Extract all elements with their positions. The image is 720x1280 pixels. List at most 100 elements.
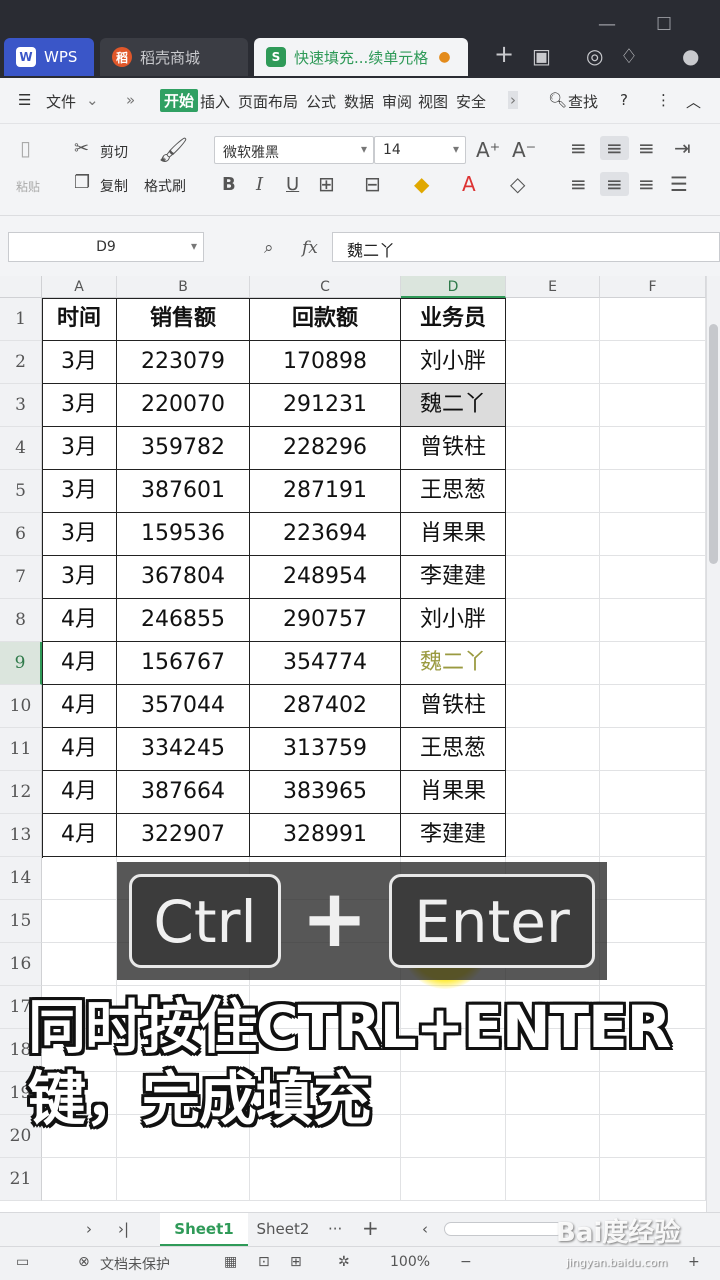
cell-a11[interactable]: 4月 [42, 728, 117, 771]
chevron-down-icon[interactable]: ⌄ [86, 91, 99, 109]
cell-e13[interactable] [506, 814, 600, 857]
format-painter-icon[interactable]: 🖌︎ [158, 136, 188, 164]
cell-d12[interactable]: 肖果果 [401, 771, 506, 814]
cell-e3[interactable] [506, 384, 600, 427]
indent-icon[interactable]: ⇥ [674, 136, 691, 160]
cell-d19[interactable] [401, 1072, 506, 1115]
menu-data[interactable]: 数据 [344, 91, 374, 112]
cell-a8[interactable]: 4月 [42, 599, 117, 642]
align-left-icon[interactable]: ≡ [570, 172, 587, 196]
cell-c1[interactable]: 回款额 [250, 298, 401, 341]
cell-d9[interactable]: 魏二丫 [401, 642, 506, 685]
new-tab-button[interactable]: + [494, 40, 514, 68]
font-size-select[interactable]: 14 ▾ [374, 136, 466, 164]
cell-b8[interactable]: 246855 [117, 599, 250, 642]
cell-f9[interactable] [600, 642, 706, 685]
row-header[interactable]: 5 [0, 470, 42, 513]
cell-f4[interactable] [600, 427, 706, 470]
cell-e8[interactable] [506, 599, 600, 642]
row-header[interactable]: 13 [0, 814, 42, 857]
cell-f15[interactable] [600, 900, 706, 943]
row-header[interactable]: 11 [0, 728, 42, 771]
cell-b10[interactable]: 357044 [117, 685, 250, 728]
menu-file[interactable]: 文件 [46, 91, 76, 112]
normal-view-icon[interactable]: ▦ [224, 1254, 237, 1270]
cell-d8[interactable]: 刘小胖 [401, 599, 506, 642]
function-icon[interactable]: fx [302, 238, 318, 258]
cell-e1[interactable] [506, 298, 600, 341]
cell-b5[interactable]: 387601 [117, 470, 250, 513]
cell-f5[interactable] [600, 470, 706, 513]
row-header[interactable]: 10 [0, 685, 42, 728]
increase-font-icon[interactable]: A⁺ [476, 138, 500, 162]
cell-f21[interactable] [600, 1158, 706, 1201]
copy-button[interactable]: 复制 [100, 176, 128, 196]
cell-f3[interactable] [600, 384, 706, 427]
tab-daoke-store[interactable]: 稻 稻壳商城 [100, 38, 248, 76]
cell-c9[interactable]: 354774 [250, 642, 401, 685]
eye-protection-icon[interactable]: ✲ [338, 1254, 350, 1270]
cell-f11[interactable] [600, 728, 706, 771]
align-middle-icon[interactable]: ≡ [600, 136, 629, 160]
cell-f10[interactable] [600, 685, 706, 728]
add-sheet-button[interactable]: + [362, 1216, 379, 1240]
menu-security[interactable]: 安全 [456, 91, 486, 112]
cell-f6[interactable] [600, 513, 706, 556]
cell-c5[interactable]: 287191 [250, 470, 401, 513]
cell-a15[interactable] [42, 900, 117, 943]
cell-f12[interactable] [600, 771, 706, 814]
status-icon[interactable]: ▭ [16, 1254, 29, 1270]
maximize-button[interactable]: ☐ [656, 14, 672, 35]
next-sheet-icon[interactable]: › [86, 1220, 92, 1238]
cell-f7[interactable] [600, 556, 706, 599]
formula-input[interactable]: 魏二丫 [332, 232, 720, 262]
zoom-search-icon[interactable]: ⌕ [264, 238, 274, 258]
justify-icon[interactable]: ☰ [670, 172, 688, 196]
cell-e7[interactable] [506, 556, 600, 599]
fill-merge-icon[interactable]: ⊟ [364, 172, 381, 196]
cell-b7[interactable]: 367804 [117, 556, 250, 599]
cell-b21[interactable] [117, 1158, 250, 1201]
cell-b2[interactable]: 223079 [117, 341, 250, 384]
cell-a2[interactable]: 3月 [42, 341, 117, 384]
cell-f2[interactable] [600, 341, 706, 384]
align-center-icon[interactable]: ≡ [600, 172, 629, 196]
font-color-icon[interactable]: A [462, 172, 476, 196]
cell-a6[interactable]: 3月 [42, 513, 117, 556]
align-right-icon[interactable]: ≡ [638, 172, 655, 196]
hamburger-icon[interactable]: ☰ [18, 91, 31, 109]
search-label[interactable]: 查找 [568, 91, 598, 112]
cell-f20[interactable] [600, 1115, 706, 1158]
row-header[interactable]: 4 [0, 427, 42, 470]
cell-e5[interactable] [506, 470, 600, 513]
format-painter-button[interactable]: 格式刷 [144, 176, 186, 196]
cell-a1[interactable]: 时间 [42, 298, 117, 341]
cell-a3[interactable]: 3月 [42, 384, 117, 427]
menu-page-layout[interactable]: 页面布局 [238, 91, 298, 112]
cell-d13[interactable]: 李建建 [401, 814, 506, 857]
paste-label[interactable]: 粘贴 [16, 178, 40, 195]
skin-icon[interactable]: ◎ [586, 44, 603, 68]
row-header[interactable]: 8 [0, 599, 42, 642]
row-header[interactable]: 21 [0, 1158, 42, 1201]
cell-d4[interactable]: 曾铁柱 [401, 427, 506, 470]
cell-b6[interactable]: 159536 [117, 513, 250, 556]
scrollbar-thumb[interactable] [709, 324, 718, 564]
cell-f19[interactable] [600, 1072, 706, 1115]
cell-e9[interactable] [506, 642, 600, 685]
cell-d3[interactable]: 魏二丫 [401, 384, 506, 427]
tab-current-document[interactable]: S 快速填充...续单元格 ● [254, 38, 468, 76]
cell-a12[interactable]: 4月 [42, 771, 117, 814]
align-top-icon[interactable]: ≡ [570, 136, 587, 160]
cell-b12[interactable]: 387664 [117, 771, 250, 814]
cell-d6[interactable]: 肖果果 [401, 513, 506, 556]
cell-c6[interactable]: 223694 [250, 513, 401, 556]
cell-e10[interactable] [506, 685, 600, 728]
zoom-out-icon[interactable]: − [460, 1254, 472, 1270]
cell-c21[interactable] [250, 1158, 401, 1201]
page-break-icon[interactable]: ⊞ [290, 1254, 302, 1270]
more-sheets-button[interactable]: ··· [328, 1220, 342, 1238]
underline-button[interactable]: U [286, 174, 299, 195]
cell-e2[interactable] [506, 341, 600, 384]
cell-f8[interactable] [600, 599, 706, 642]
